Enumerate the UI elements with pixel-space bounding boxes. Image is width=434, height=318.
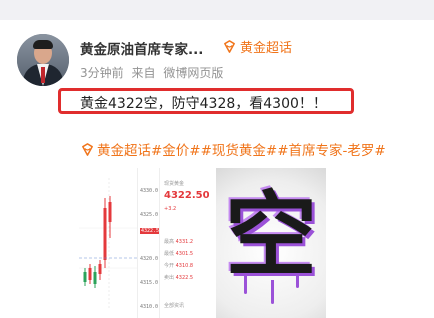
price-tick: 4320.0 bbox=[140, 256, 159, 262]
super-topic-badge[interactable]: 黄金超话 bbox=[222, 37, 292, 56]
paint-drip bbox=[296, 274, 299, 288]
post-time[interactable]: 3分钟前 bbox=[80, 66, 124, 80]
source-prefix: 来自 bbox=[131, 66, 156, 80]
quote-row-key: 最高 bbox=[164, 239, 175, 245]
quote-row-key: 今开 bbox=[164, 263, 175, 269]
price-tick: 4325.0 bbox=[140, 212, 159, 218]
quote-row: 最低 4301.5 bbox=[164, 250, 193, 257]
quote-title: 现货黄金 bbox=[164, 181, 185, 187]
post-source[interactable]: 微博网页版 bbox=[163, 66, 223, 80]
price-tick: 4330.0 bbox=[140, 188, 159, 194]
paint-drip bbox=[244, 276, 247, 294]
avatar[interactable] bbox=[17, 34, 69, 86]
paint-drip bbox=[271, 280, 274, 304]
user-name[interactable]: 黄金原油首席专家... bbox=[80, 38, 203, 58]
quote-row-value: 4301.5 bbox=[175, 251, 194, 257]
image-thumbnail-chart[interactable]: 4330.0 4325.0 4322.50 4320.0 4315.0 4310… bbox=[79, 168, 209, 318]
quote-price: 4322.50 bbox=[164, 190, 209, 201]
quote-panel: 现货黄金 4322.50 +3.2 最高 4331.2 最低 4301.5 今开… bbox=[159, 168, 209, 318]
post-meta: 3分钟前 来自 微博网页版 bbox=[80, 64, 227, 81]
top-strip bbox=[0, 0, 434, 20]
price-tick: 4315.0 bbox=[140, 280, 159, 286]
quote-row-key: 最低 bbox=[164, 251, 175, 257]
graffiti-character: 空 bbox=[224, 181, 317, 289]
quote-row-value: 4310.8 bbox=[175, 263, 194, 269]
badge-label: 黄金超话 bbox=[240, 41, 293, 56]
quote-row: 卖出 4322.5 bbox=[164, 274, 193, 281]
quote-row-key: 卖出 bbox=[164, 275, 175, 281]
price-tick: 4310.0 bbox=[140, 304, 159, 310]
candlestick-chart bbox=[79, 168, 137, 318]
diamond-icon bbox=[224, 40, 235, 53]
avatar-tie bbox=[41, 67, 45, 83]
quote-row: 最高 4331.2 bbox=[164, 238, 193, 245]
quote-change: +3.2 bbox=[164, 206, 177, 212]
hashtag-line[interactable]: 黄金超话#金价##现货黄金##首席专家-老罗# bbox=[80, 139, 386, 159]
quote-footer: 全部资讯 bbox=[164, 303, 185, 309]
quote-row-value: 4322.5 bbox=[175, 275, 194, 281]
image-thumbnail-graffiti[interactable]: 空 bbox=[216, 168, 326, 318]
hashtag-text: 黄金超话#金价##现货黄金##首席专家-老罗# bbox=[97, 143, 386, 159]
diamond-icon bbox=[82, 142, 93, 156]
quote-row: 今开 4310.8 bbox=[164, 262, 193, 269]
quote-row-value: 4331.2 bbox=[175, 239, 194, 245]
avatar-hair bbox=[33, 40, 53, 49]
price-axis: 4330.0 4325.0 4322.50 4320.0 4315.0 4310… bbox=[137, 168, 164, 318]
weibo-post-card: 黄金原油首席专家... 黄金超话 3分钟前 来自 微博网页版 黄金4322空，防… bbox=[0, 20, 434, 318]
post-text: 黄金4322空，防守4328，看4300！！ bbox=[80, 96, 327, 112]
